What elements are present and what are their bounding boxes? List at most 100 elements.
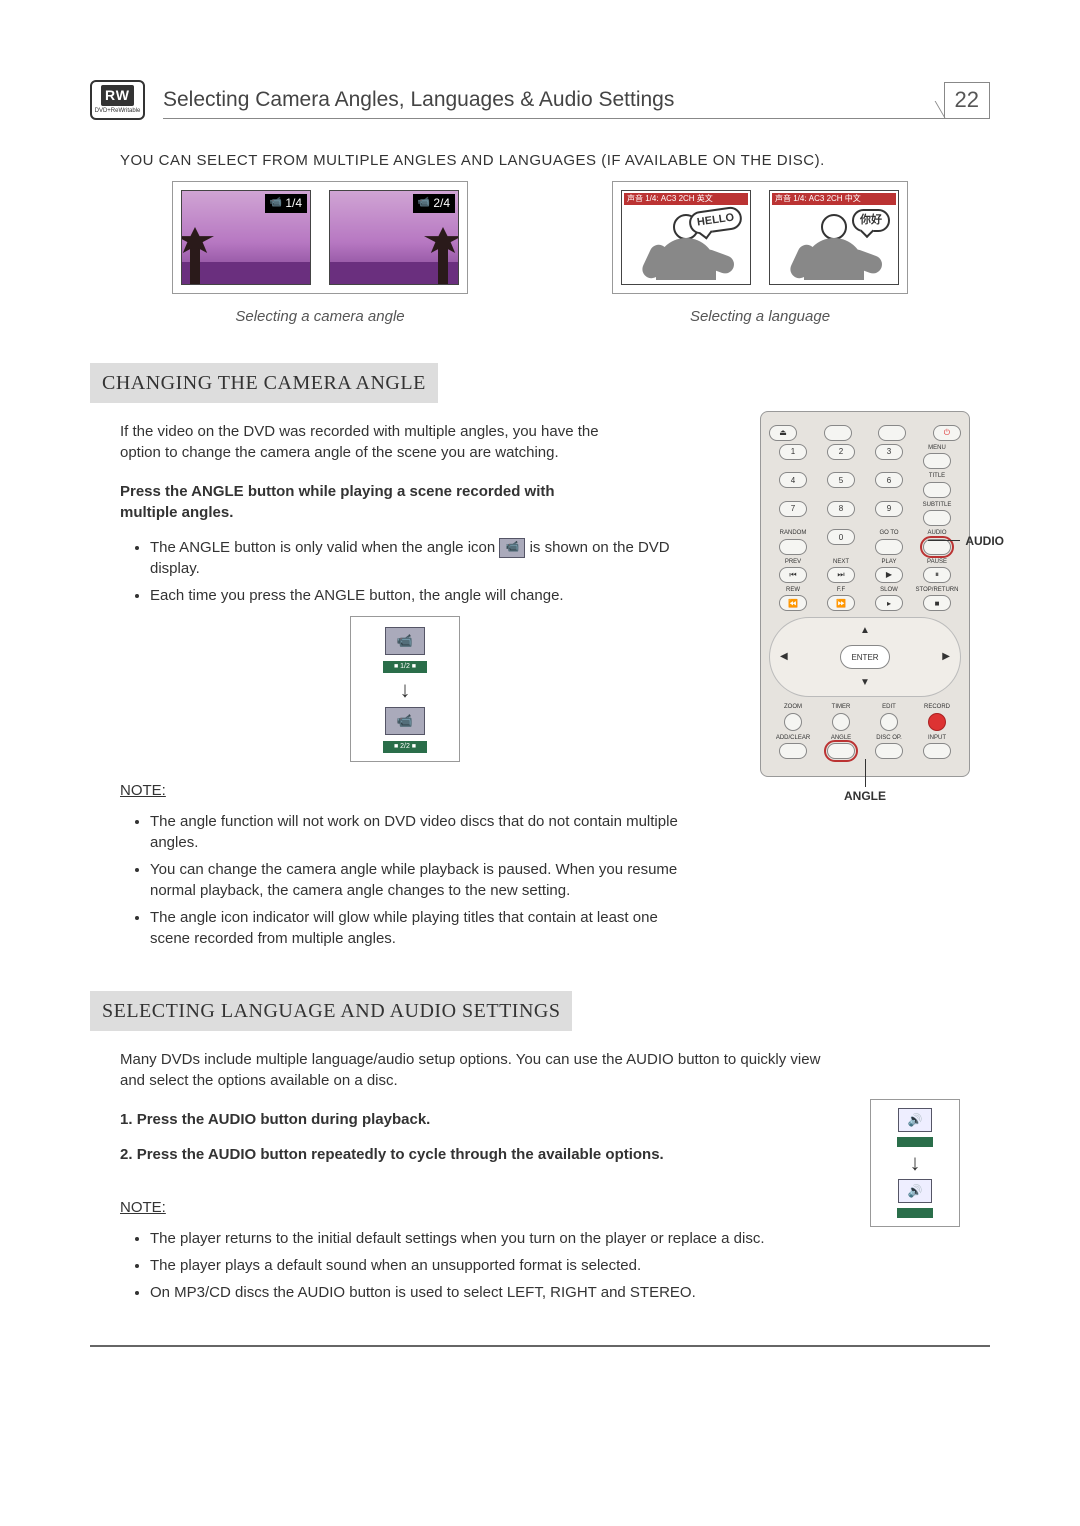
dpad-left-icon[interactable]: ◀ [780,650,788,664]
ff-button[interactable]: ⏩ [827,595,855,611]
section1-bullets: The ANGLE button is only valid when the … [150,537,690,606]
section1-note-1: The angle function will not work on DVD … [150,811,690,853]
down-arrow-icon: ↓ [400,679,411,701]
page-title: Selecting Camera Angles, Languages & Aud… [163,85,674,118]
section1-instruction: Press the ANGLE button while playing a s… [120,481,600,523]
timer-button[interactable] [832,713,850,731]
discop-button[interactable] [875,743,903,759]
section2-paragraph: Many DVDs include multiple language/audi… [120,1049,840,1091]
illustration-row: 1/4 2/4 Selecting a camera angle 声音 1/4:… [120,181,960,327]
language-illustration-column: 声音 1/4: AC3 2CH 英文 HELLO 声音 1/4: AC3 2CH… [560,181,960,327]
page-number: 22 [944,82,990,118]
num-2-button[interactable]: 2 [827,444,855,460]
dpad-up-icon[interactable]: ▲ [860,624,870,638]
dpad-down-icon[interactable]: ▼ [860,676,870,690]
angle-thumbnail-2: 2/4 [329,190,459,285]
angle-thumbnail-1: 1/4 [181,190,311,285]
num-0-button[interactable]: 0 [827,529,855,545]
title-button[interactable] [923,482,951,498]
angle-caption: Selecting a camera angle [235,306,404,327]
random-label: RANDOM [780,529,807,537]
section1-bullet-1a: The ANGLE button is only valid when the … [150,539,499,556]
num-7-button[interactable]: 7 [779,501,807,517]
discop-label: DISC OP. [876,734,902,742]
remote-btn-blank1[interactable] [824,425,852,441]
menu-button[interactable] [923,453,951,469]
edit-button[interactable] [880,713,898,731]
language-illustration-box: 声音 1/4: AC3 2CH 英文 HELLO 声音 1/4: AC3 2CH… [612,181,908,294]
num-1-button[interactable]: 1 [779,444,807,460]
pause-button[interactable]: ⏸ [923,567,951,583]
section2-note-1: The player returns to the initial defaul… [150,1228,930,1249]
speaker-chinese: 声音 1/4: AC3 2CH 中文 你好 [769,190,899,285]
subtitle-button[interactable] [923,510,951,526]
speech-bubble-chinese: 你好 [852,209,890,232]
record-label: RECORD [924,703,950,711]
zoom-button[interactable] [784,713,802,731]
random-button[interactable] [779,539,807,555]
rew-button[interactable]: ⏪ [779,595,807,611]
prev-button[interactable]: ⏮ [779,567,807,583]
step-2: Press the AUDIO button repeatedly to cyc… [120,1144,990,1165]
next-button[interactable]: ⏭ [827,567,855,583]
input-button[interactable] [923,743,951,759]
angle-overlay-1: 1/4 [265,194,307,213]
audio-track-bar-2: 声音 1/4: AC3 2CH 中文 [772,193,896,205]
page-header: RW DVD+ReWritable Selecting Camera Angle… [90,80,990,120]
section1-bullet-1: The ANGLE button is only valid when the … [150,537,690,579]
section-heading-angle: CHANGING THE CAMERA ANGLE [90,363,438,403]
speaker-english: 声音 1/4: AC3 2CH 英文 HELLO [621,190,751,285]
stop-button[interactable]: ■ [923,595,951,611]
rew-label: REW [786,586,800,594]
play-button[interactable]: ▶ [875,567,903,583]
timer-label: TIMER [832,703,851,711]
section1-notes: The angle function will not work on DVD … [150,811,690,949]
remote-control-diagram: ⏏ ⏻ 1 2 3 MENU 4 5 6 TITLE 7 8 9 SUB [740,411,990,777]
zoom-label: ZOOM [784,703,802,711]
section1-bullet-2: Each time you press the ANGLE button, th… [150,585,690,606]
angle-diagram-label-bottom: ■ 2/2 ■ [383,741,427,753]
angle-btn-label: ANGLE [831,734,851,742]
slow-button[interactable]: ▸ [875,595,903,611]
language-caption: Selecting a language [690,306,830,327]
num-9-button[interactable]: 9 [875,501,903,517]
section2-notes: The player returns to the initial defaul… [150,1228,930,1303]
note-label-1: NOTE: [120,780,166,801]
record-button[interactable] [928,713,946,731]
audio-track-bar-1: 声音 1/4: AC3 2CH 英文 [624,193,748,205]
speaker-icon-bottom [898,1179,932,1203]
rw-badge-top: RW [101,85,134,107]
angle-illustration-box: 1/4 2/4 [172,181,468,294]
audio-diagram-bar-top [897,1137,933,1147]
intro-text: YOU CAN SELECT FROM MULTIPLE ANGLES AND … [120,150,990,171]
remote-btn-blank2[interactable] [878,425,906,441]
section2-note-3: On MP3/CD discs the AUDIO button is used… [150,1282,930,1303]
section1-note-3: The angle icon indicator will glow while… [150,907,690,949]
goto-label: GO TO [879,529,898,537]
note-label-2: NOTE: [120,1197,166,1218]
bottom-rule [90,1345,990,1347]
num-4-button[interactable]: 4 [779,472,807,488]
angle-callout: ANGLE [844,788,886,805]
goto-button[interactable] [875,539,903,555]
speaker-icon-top [898,1108,932,1132]
angle-button[interactable] [827,743,855,759]
down-arrow-icon-2: ↓ [910,1152,921,1174]
num-8-button[interactable]: 8 [827,501,855,517]
audio-cycle-diagram: ↓ [870,1099,960,1227]
next-label: NEXT [833,558,849,566]
section1-paragraph: If the video on the DVD was recorded wit… [120,421,600,463]
angle-change-diagram: 📹 ■ 1/2 ■ ↓ 📹 ■ 2/2 ■ [350,616,460,762]
num-5-button[interactable]: 5 [827,472,855,488]
num-6-button[interactable]: 6 [875,472,903,488]
dpad-right-icon[interactable]: ▶ [942,650,950,664]
power-button[interactable]: ⏻ [933,425,961,441]
audio-callout: AUDIO [965,533,1004,550]
eject-button[interactable]: ⏏ [769,425,797,441]
dpad[interactable]: ▲ ▼ ◀ ▶ ENTER [769,617,961,697]
addclear-button[interactable] [779,743,807,759]
num-3-button[interactable]: 3 [875,444,903,460]
title-label: TITLE [929,472,945,480]
section1-two-column: If the video on the DVD was recorded wit… [90,421,990,955]
enter-button[interactable]: ENTER [840,645,890,669]
